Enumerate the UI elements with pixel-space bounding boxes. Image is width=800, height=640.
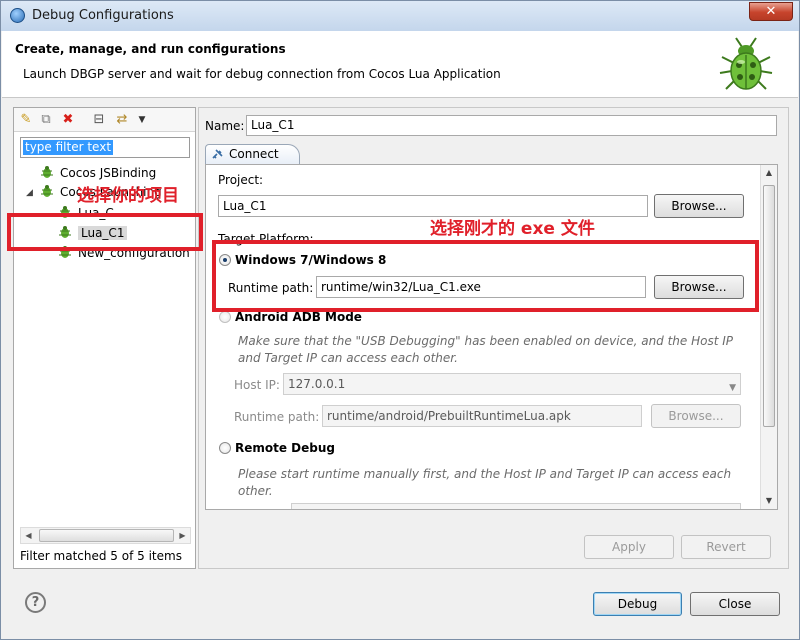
expand-twisty-icon[interactable]: ◢	[26, 188, 33, 198]
android-runtime-field[interactable]: runtime/android/PrebuiltRuntimeLua.apk	[322, 405, 642, 427]
project-label: Project:	[218, 173, 264, 187]
help-icon[interactable]: ?	[25, 592, 46, 613]
new-config-icon[interactable]: ✎	[18, 112, 34, 128]
remote-host-field[interactable]	[291, 503, 741, 509]
configuration-list-panel: ✎ ⧉ ✖ ⊟ ⇄ ▼ type filter text Cocos JSBin…	[13, 107, 196, 569]
android-option-label: Android ADB Mode	[235, 310, 362, 324]
chevron-down-icon: ▼	[729, 383, 736, 393]
config-toolbar: ✎ ⧉ ✖ ⊟ ⇄ ▼	[14, 108, 195, 132]
android-radio[interactable]	[219, 311, 231, 323]
scroll-left-icon[interactable]: ◀	[21, 528, 36, 543]
filter-input[interactable]: type filter text	[20, 137, 190, 158]
apply-button[interactable]: Apply	[584, 535, 674, 559]
tab-connect[interactable]: Connect	[205, 144, 300, 165]
name-field[interactable]: Lua_C1	[246, 115, 777, 136]
annotation-select-project: 选择你的项目	[77, 186, 179, 206]
annotation-box-exe	[212, 240, 759, 312]
scroll-thumb[interactable]	[39, 529, 174, 542]
scroll-right-icon[interactable]: ▶	[175, 528, 190, 543]
app-icon	[10, 8, 25, 23]
host-ip-label: Host IP:	[234, 378, 280, 392]
tree-item-label: Cocos JSBinding	[60, 166, 157, 180]
tab-label: Connect	[229, 147, 279, 161]
dialog-header: Create, manage, and run configurations L…	[2, 31, 798, 98]
scroll-thumb[interactable]	[763, 185, 775, 427]
close-button[interactable]: Close	[690, 592, 780, 616]
filter-icon[interactable]: ⇄	[114, 112, 130, 128]
android-browse-button[interactable]: Browse...	[651, 404, 741, 428]
bug-icon	[41, 185, 53, 197]
tree-horizontal-scrollbar[interactable]: ◀ ▶	[20, 527, 191, 544]
remote-debug-hint: Please start runtime manually first, and…	[238, 467, 732, 498]
remote-debug-label: Remote Debug	[235, 441, 336, 455]
scroll-down-icon[interactable]: ▼	[761, 493, 777, 509]
collapse-all-icon[interactable]: ⊟	[91, 112, 107, 128]
android-hint: Make sure that the "USB Debugging" has b…	[238, 334, 734, 365]
filter-placeholder: type filter text	[23, 140, 114, 155]
window-title: Debug Configurations	[32, 8, 174, 23]
annotation-box-project	[7, 213, 203, 251]
header-message: Launch DBGP server and wait for debug co…	[23, 67, 501, 81]
android-runtime-path-label: Runtime path:	[234, 410, 320, 424]
configuration-editor: Name: Lua_C1 Connect Project: Lua_C1 Bro…	[198, 107, 789, 569]
delete-icon[interactable]: ✖	[60, 112, 76, 128]
project-browse-button[interactable]: Browse...	[654, 194, 744, 218]
content-vertical-scrollbar[interactable]: ▲ ▼	[760, 165, 777, 509]
header-title: Create, manage, and run configurations	[15, 42, 286, 56]
filter-status: Filter matched 5 of 5 items	[20, 549, 182, 563]
annotation-select-exe: 选择刚才的 exe 文件	[430, 219, 595, 239]
window-close-button[interactable]: ✕	[749, 2, 793, 21]
tree-item-cocos-jsbinding[interactable]: Cocos JSBinding	[40, 164, 156, 182]
debug-configurations-dialog: Debug Configurations ✕ Create, manage, a…	[0, 0, 800, 640]
title-bar[interactable]: Debug Configurations ✕	[1, 1, 799, 31]
connect-icon	[212, 149, 223, 159]
duplicate-icon[interactable]: ⧉	[38, 112, 54, 128]
bug-icon	[41, 166, 53, 178]
debug-button[interactable]: Debug	[593, 592, 682, 616]
scroll-up-icon[interactable]: ▲	[761, 165, 777, 181]
view-menu-icon[interactable]: ▼	[134, 112, 150, 128]
host-ip-select[interactable]: 127.0.0.1 ▼	[283, 373, 741, 395]
revert-button[interactable]: Revert	[681, 535, 771, 559]
host-ip-value: 127.0.0.1	[288, 377, 346, 391]
remote-debug-radio[interactable]	[219, 442, 231, 454]
debug-bug-icon	[719, 37, 773, 90]
name-label: Name:	[205, 119, 245, 133]
